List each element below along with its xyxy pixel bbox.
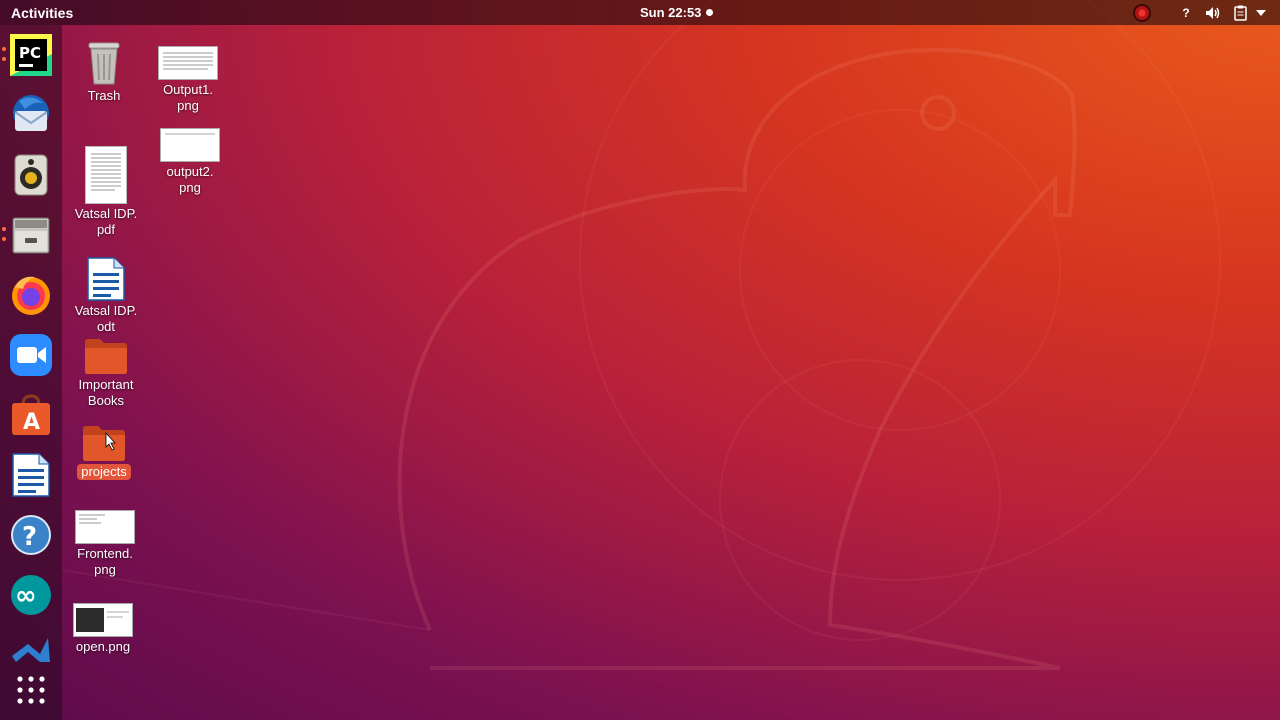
desktop-icon-vatsal-odt[interactable]: Vatsal IDP. odt (64, 257, 148, 335)
dock-zoom[interactable] (6, 330, 56, 380)
desktop-icon-label: Output1. png (163, 82, 213, 113)
desktop-icon-frontend[interactable]: Frontend. png (63, 510, 147, 578)
arduino-label: ∞ (15, 581, 37, 611)
notification-dot (706, 9, 713, 16)
help-icon[interactable]: ? (1176, 3, 1196, 22)
dock: PC A ? ∞ (0, 25, 62, 720)
dock-libreoffice-writer[interactable] (6, 450, 56, 500)
dock-help[interactable]: ? (6, 510, 56, 560)
desktop-icon-label: Trash (87, 88, 121, 103)
desktop-icon-trash[interactable]: Trash (62, 40, 146, 104)
file-cabinet-icon (12, 217, 50, 254)
desktop-icon-label: Frontend. png (77, 546, 133, 577)
dock-firefox[interactable] (6, 270, 56, 320)
help-icon: ? (11, 515, 51, 555)
shopping-bag-icon: A (12, 394, 50, 435)
clipboard-icon[interactable] (1230, 3, 1250, 22)
desktop-icon-label: Vatsal IDP. pdf (74, 206, 138, 237)
desktop-icon-label: open.png (75, 639, 131, 654)
thunderbird-icon (13, 95, 49, 131)
pycharm-label: PC (19, 44, 41, 62)
video-camera-icon (10, 334, 52, 376)
dock-arduino[interactable]: ∞ (6, 570, 56, 620)
help-dock-label: ? (22, 522, 37, 552)
folder-icon (83, 426, 125, 461)
dock-thunderbird[interactable] (6, 90, 56, 140)
image-thumbnail-icon (73, 603, 133, 637)
trash-icon (88, 42, 120, 85)
image-thumbnail-icon (75, 510, 135, 544)
dock-pycharm[interactable]: PC (6, 30, 56, 80)
desktop-icon-label: Important Books (78, 377, 134, 408)
desktop-icon-open[interactable]: open.png (61, 603, 145, 655)
speaker-icon (14, 154, 48, 196)
desktop-icon-label: output2. png (166, 164, 214, 195)
record-indicator-icon[interactable] (1130, 3, 1154, 22)
pycharm-icon: PC (10, 34, 52, 76)
volume-icon[interactable] (1202, 3, 1224, 22)
dock-rhythmbox[interactable] (6, 150, 56, 200)
desktop-icon-projects[interactable]: projects (62, 424, 146, 480)
writer-document-icon (12, 453, 50, 497)
desktop-icon-output1[interactable]: Output1. png (146, 46, 230, 114)
writer-document-icon (87, 257, 125, 301)
show-applications-button[interactable] (6, 665, 56, 715)
dock-ubuntu-software[interactable]: A (6, 390, 56, 440)
app-grid-icon (17, 676, 45, 704)
desktop-icon-important-books[interactable]: Important Books (64, 337, 148, 409)
software-label: A (23, 410, 40, 435)
image-thumbnail-icon (160, 128, 220, 162)
desktop-icon-output2[interactable]: output2. png (148, 128, 232, 196)
arduino-icon: ∞ (11, 575, 51, 615)
firefox-icon (12, 276, 50, 315)
folder-icon (85, 339, 127, 374)
dock-files[interactable] (6, 210, 56, 260)
vscode-icon (12, 638, 50, 662)
desktop-icon-label: projects (77, 464, 131, 480)
chevron-down-icon[interactable] (1254, 3, 1268, 22)
desktop-icon-label: Vatsal IDP. odt (74, 303, 138, 334)
image-thumbnail-icon (158, 46, 218, 80)
desktop-icon-vatsal-pdf[interactable]: Vatsal IDP. pdf (64, 146, 148, 238)
pdf-document-icon (85, 146, 127, 204)
activities-button[interactable]: Activities (11, 5, 73, 21)
clock[interactable]: Sun 22:53 (640, 5, 701, 20)
top-bar: Activities Sun 22:53 ? (0, 0, 1280, 25)
